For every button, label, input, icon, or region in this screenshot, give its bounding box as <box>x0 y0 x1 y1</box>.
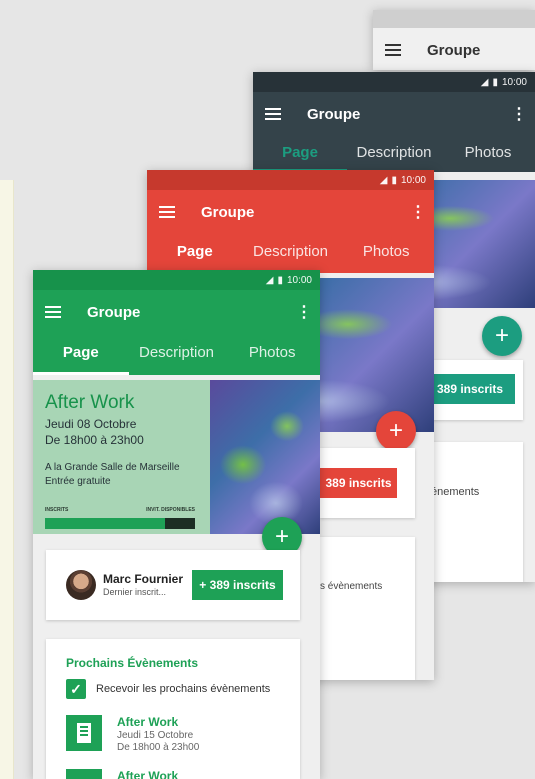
add-button[interactable]: + <box>376 411 416 451</box>
capacity-bar <box>45 518 195 529</box>
battery-icon: ▮ <box>492 76 498 88</box>
tab-page[interactable]: Page <box>253 136 347 172</box>
more-vert-icon[interactable]: ⋮ <box>294 302 314 322</box>
status-time: 10:00 <box>501 76 527 88</box>
available-label: INVIT. DISPONIBLES <box>146 507 195 513</box>
tab-bar: Page Description Photos <box>33 334 320 375</box>
status-bar: ◢ ▮ 10:00 <box>147 170 434 190</box>
member-name: Marc Fournier <box>103 572 184 586</box>
tab-photos[interactable]: Photos <box>441 136 535 172</box>
more-vert-icon[interactable]: ⋮ <box>509 104 529 124</box>
event-item-title[interactable]: After Work <box>117 715 178 729</box>
notify-label: Recevoir les prochains évènements <box>96 683 271 695</box>
status-time: 10:00 <box>286 274 312 286</box>
event-photo <box>210 380 320 534</box>
event-item-icon <box>66 715 102 751</box>
signal-icon: ◢ <box>480 76 489 88</box>
app-bar: Groupe <box>373 28 535 70</box>
battery-icon: ▮ <box>277 274 283 286</box>
menu-icon[interactable] <box>385 41 401 59</box>
menu-icon[interactable] <box>45 303 61 321</box>
tab-description[interactable]: Description <box>347 136 441 172</box>
add-icon: + <box>274 523 289 550</box>
screen-green: ◢ ▮ 10:00 Groupe ⋮ Page Description Phot… <box>33 270 320 779</box>
upcoming-events-card: Prochains Évènements ✓ Recevoir les proc… <box>46 639 300 779</box>
tab-description[interactable]: Description <box>129 334 225 375</box>
app-title: Groupe <box>201 203 255 221</box>
app-title: Groupe <box>307 105 361 123</box>
capacity-bar-fill <box>45 518 165 529</box>
events-label: énements <box>431 486 480 498</box>
events-label: s évènements <box>320 581 383 592</box>
subscribers-button[interactable]: + 389 inscrits <box>192 570 283 600</box>
add-icon: + <box>388 417 403 444</box>
event-title: After Work <box>45 392 135 413</box>
status-bar: ◢ ▮ 10:00 <box>253 72 535 92</box>
tab-bar: Page Description Photos <box>253 136 535 172</box>
event-item-date: Jeudi 15 Octobre <box>117 730 194 741</box>
member-subtitle: Dernier inscrit... <box>103 587 167 597</box>
app-title: Groupe <box>427 41 481 59</box>
battery-icon: ▮ <box>391 174 397 186</box>
signal-icon: ◢ <box>265 274 274 286</box>
status-time: 10:00 <box>400 174 426 186</box>
upcoming-heading: Prochains Évènements <box>66 656 199 670</box>
event-hero: After Work Jeudi 08 Octobre De 18h00 à 2… <box>33 380 320 534</box>
signal-icon: ◢ <box>379 174 388 186</box>
subscribers-button[interactable]: 389 inscrits <box>425 374 515 404</box>
status-bar <box>373 10 535 28</box>
event-time: De 18h00 à 23h00 <box>45 433 144 447</box>
member-card: Marc Fournier Dernier inscrit... + 389 i… <box>46 550 300 620</box>
tab-photos[interactable]: Photos <box>224 334 320 375</box>
app-bar: Groupe ⋮ <box>147 190 434 234</box>
app-bar: Groupe ⋮ <box>33 290 320 334</box>
notify-checkbox[interactable]: ✓ <box>66 679 86 699</box>
menu-icon[interactable] <box>159 203 175 221</box>
events-card: s évènements <box>320 537 415 680</box>
more-vert-icon[interactable]: ⋮ <box>408 202 428 222</box>
tab-description[interactable]: Description <box>243 234 339 273</box>
event-date: Jeudi 08 Octobre <box>45 417 137 431</box>
check-icon: ✓ <box>70 681 82 697</box>
event-item-time: De 18h00 à 23h00 <box>117 742 200 753</box>
capacity-labels: INSCRITS INVIT. DISPONIBLES <box>45 507 195 513</box>
member-card: 389 inscrits <box>320 448 415 518</box>
app-bar: Groupe ⋮ <box>253 92 535 136</box>
tab-photos[interactable]: Photos <box>338 234 434 273</box>
subscribers-button[interactable]: 389 inscrits <box>320 468 397 498</box>
registered-label: INSCRITS <box>45 507 69 513</box>
event-location: A la Grande Salle de Marseille <box>45 462 180 473</box>
tab-page[interactable]: Page <box>147 234 243 273</box>
tab-page[interactable]: Page <box>33 334 129 375</box>
tab-bar: Page Description Photos <box>147 234 434 273</box>
avatar <box>66 570 96 600</box>
add-button[interactable]: + <box>482 316 522 356</box>
status-bar: ◢ ▮ 10:00 <box>33 270 320 290</box>
menu-icon[interactable] <box>265 105 281 123</box>
building-icon <box>77 723 91 743</box>
event-price: Entrée gratuite <box>45 476 111 487</box>
background-panel <box>0 180 14 779</box>
event-item-icon <box>66 769 102 779</box>
app-title: Groupe <box>87 303 141 321</box>
event-item-title[interactable]: After Work <box>117 769 178 779</box>
add-icon: + <box>494 322 509 349</box>
screen-grey: Groupe <box>373 10 535 70</box>
